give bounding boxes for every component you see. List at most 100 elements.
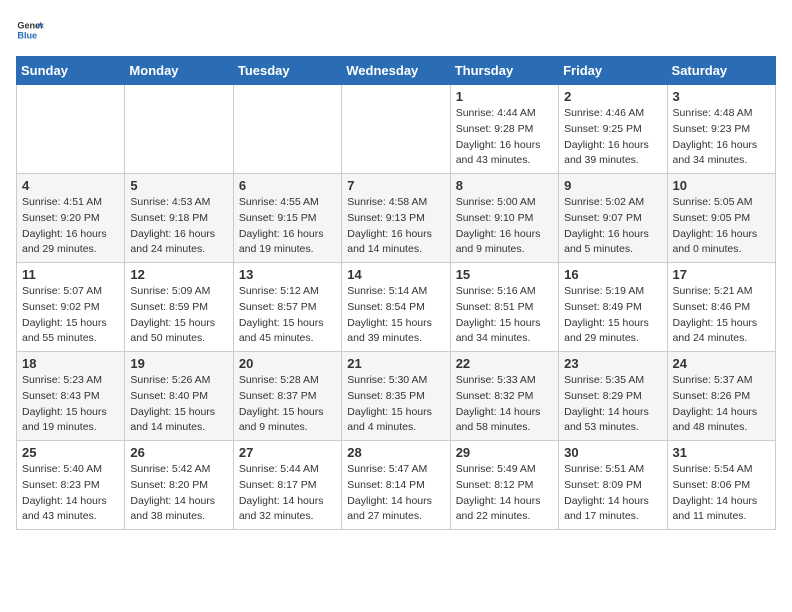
day-info: Sunrise: 5:09 AM Sunset: 8:59 PM Dayligh… xyxy=(130,284,227,347)
day-info: Sunrise: 5:07 AM Sunset: 9:02 PM Dayligh… xyxy=(22,284,119,347)
day-number: 10 xyxy=(673,178,770,193)
weekday-header-sunday: Sunday xyxy=(17,57,125,85)
calendar-cell: 15 Sunrise: 5:16 AM Sunset: 8:51 PM Dayli… xyxy=(450,263,558,352)
calendar-cell: 31 Sunrise: 5:54 AM Sunset: 8:06 PM Dayli… xyxy=(667,441,775,530)
day-number: 23 xyxy=(564,356,661,371)
day-number: 21 xyxy=(347,356,444,371)
calendar-cell xyxy=(125,85,233,174)
calendar-cell: 9 Sunrise: 5:02 AM Sunset: 9:07 PM Daylig… xyxy=(559,174,667,263)
day-info: Sunrise: 4:55 AM Sunset: 9:15 PM Dayligh… xyxy=(239,195,336,258)
day-number: 11 xyxy=(22,267,119,282)
day-info: Sunrise: 4:58 AM Sunset: 9:13 PM Dayligh… xyxy=(347,195,444,258)
day-info: Sunrise: 5:44 AM Sunset: 8:17 PM Dayligh… xyxy=(239,462,336,525)
calendar-cell: 8 Sunrise: 5:00 AM Sunset: 9:10 PM Daylig… xyxy=(450,174,558,263)
calendar-cell: 10 Sunrise: 5:05 AM Sunset: 9:05 PM Dayli… xyxy=(667,174,775,263)
day-number: 1 xyxy=(456,89,553,104)
day-number: 31 xyxy=(673,445,770,460)
day-info: Sunrise: 5:35 AM Sunset: 8:29 PM Dayligh… xyxy=(564,373,661,436)
day-number: 15 xyxy=(456,267,553,282)
day-number: 2 xyxy=(564,89,661,104)
day-number: 19 xyxy=(130,356,227,371)
day-number: 12 xyxy=(130,267,227,282)
day-info: Sunrise: 5:40 AM Sunset: 8:23 PM Dayligh… xyxy=(22,462,119,525)
day-number: 6 xyxy=(239,178,336,193)
calendar-cell: 24Sunrise: 5:37 AM Sunset: 8:26 PM Dayli… xyxy=(667,352,775,441)
day-info: Sunrise: 5:21 AM Sunset: 8:46 PM Dayligh… xyxy=(673,284,770,347)
calendar-cell: 29 Sunrise: 5:49 AM Sunset: 8:12 PM Dayli… xyxy=(450,441,558,530)
day-number: 13 xyxy=(239,267,336,282)
calendar-cell: 18 Sunrise: 5:23 AM Sunset: 8:43 PM Dayli… xyxy=(17,352,125,441)
day-number: 7 xyxy=(347,178,444,193)
calendar-cell: 5 Sunrise: 4:53 AM Sunset: 9:18 PM Daylig… xyxy=(125,174,233,263)
calendar-cell: 25 Sunrise: 5:40 AM Sunset: 8:23 PM Dayli… xyxy=(17,441,125,530)
calendar-cell: 11 Sunrise: 5:07 AM Sunset: 9:02 PM Dayli… xyxy=(17,263,125,352)
day-number: 20 xyxy=(239,356,336,371)
day-info: Sunrise: 5:49 AM Sunset: 8:12 PM Dayligh… xyxy=(456,462,553,525)
weekday-header-wednesday: Wednesday xyxy=(342,57,450,85)
calendar-cell: 4Sunrise: 4:51 AM Sunset: 9:20 PM Daylig… xyxy=(17,174,125,263)
day-info: Sunrise: 5:28 AM Sunset: 8:37 PM Dayligh… xyxy=(239,373,336,436)
calendar-cell: 22 Sunrise: 5:33 AM Sunset: 8:32 PM Dayli… xyxy=(450,352,558,441)
day-number: 5 xyxy=(130,178,227,193)
calendar-cell: 7 Sunrise: 4:58 AM Sunset: 9:13 PM Daylig… xyxy=(342,174,450,263)
day-info: Sunrise: 5:30 AM Sunset: 8:35 PM Dayligh… xyxy=(347,373,444,436)
day-info: Sunrise: 5:26 AM Sunset: 8:40 PM Dayligh… xyxy=(130,373,227,436)
day-number: 27 xyxy=(239,445,336,460)
logo-icon: General Blue xyxy=(16,16,44,44)
calendar-cell: 1 Sunrise: 4:44 AM Sunset: 9:28 PM Daylig… xyxy=(450,85,558,174)
day-number: 17 xyxy=(673,267,770,282)
day-number: 29 xyxy=(456,445,553,460)
day-info: Sunrise: 5:23 AM Sunset: 8:43 PM Dayligh… xyxy=(22,373,119,436)
calendar-cell: 17 Sunrise: 5:21 AM Sunset: 8:46 PM Dayli… xyxy=(667,263,775,352)
weekday-header-friday: Friday xyxy=(559,57,667,85)
calendar-cell: 12 Sunrise: 5:09 AM Sunset: 8:59 PM Dayli… xyxy=(125,263,233,352)
day-info: Sunrise: 5:19 AM Sunset: 8:49 PM Dayligh… xyxy=(564,284,661,347)
day-number: 3 xyxy=(673,89,770,104)
day-info: Sunrise: 5:14 AM Sunset: 8:54 PM Dayligh… xyxy=(347,284,444,347)
calendar-cell: 6 Sunrise: 4:55 AM Sunset: 9:15 PM Daylig… xyxy=(233,174,341,263)
day-number: 9 xyxy=(564,178,661,193)
calendar-cell: 3 Sunrise: 4:48 AM Sunset: 9:23 PM Daylig… xyxy=(667,85,775,174)
day-info: Sunrise: 5:33 AM Sunset: 8:32 PM Dayligh… xyxy=(456,373,553,436)
weekday-header-tuesday: Tuesday xyxy=(233,57,341,85)
calendar-cell: 26 Sunrise: 5:42 AM Sunset: 8:20 PM Dayli… xyxy=(125,441,233,530)
day-number: 24 xyxy=(673,356,770,371)
day-info: Sunrise: 5:00 AM Sunset: 9:10 PM Dayligh… xyxy=(456,195,553,258)
calendar-cell: 16 Sunrise: 5:19 AM Sunset: 8:49 PM Dayli… xyxy=(559,263,667,352)
day-info: Sunrise: 4:53 AM Sunset: 9:18 PM Dayligh… xyxy=(130,195,227,258)
calendar-cell: 14 Sunrise: 5:14 AM Sunset: 8:54 PM Dayli… xyxy=(342,263,450,352)
day-info: Sunrise: 4:46 AM Sunset: 9:25 PM Dayligh… xyxy=(564,106,661,169)
calendar-cell xyxy=(233,85,341,174)
day-number: 30 xyxy=(564,445,661,460)
svg-text:Blue: Blue xyxy=(17,30,37,40)
day-number: 25 xyxy=(22,445,119,460)
day-number: 22 xyxy=(456,356,553,371)
day-info: Sunrise: 5:02 AM Sunset: 9:07 PM Dayligh… xyxy=(564,195,661,258)
calendar-cell: 21 Sunrise: 5:30 AM Sunset: 8:35 PM Dayli… xyxy=(342,352,450,441)
day-number: 18 xyxy=(22,356,119,371)
weekday-header-thursday: Thursday xyxy=(450,57,558,85)
day-number: 28 xyxy=(347,445,444,460)
day-info: Sunrise: 5:42 AM Sunset: 8:20 PM Dayligh… xyxy=(130,462,227,525)
logo: General Blue xyxy=(16,16,44,44)
calendar-cell: 19 Sunrise: 5:26 AM Sunset: 8:40 PM Dayli… xyxy=(125,352,233,441)
calendar-cell: 20 Sunrise: 5:28 AM Sunset: 8:37 PM Dayli… xyxy=(233,352,341,441)
day-info: Sunrise: 5:05 AM Sunset: 9:05 PM Dayligh… xyxy=(673,195,770,258)
calendar-cell xyxy=(17,85,125,174)
day-info: Sunrise: 4:48 AM Sunset: 9:23 PM Dayligh… xyxy=(673,106,770,169)
day-info: Sunrise: 5:12 AM Sunset: 8:57 PM Dayligh… xyxy=(239,284,336,347)
day-number: 16 xyxy=(564,267,661,282)
calendar-cell: 13 Sunrise: 5:12 AM Sunset: 8:57 PM Dayli… xyxy=(233,263,341,352)
day-number: 26 xyxy=(130,445,227,460)
page-header: General Blue xyxy=(16,16,776,44)
calendar-cell: 28 Sunrise: 5:47 AM Sunset: 8:14 PM Dayli… xyxy=(342,441,450,530)
calendar-cell xyxy=(342,85,450,174)
day-info: Sunrise: 4:44 AM Sunset: 9:28 PM Dayligh… xyxy=(456,106,553,169)
day-number: 14 xyxy=(347,267,444,282)
day-info: Sunrise: 5:16 AM Sunset: 8:51 PM Dayligh… xyxy=(456,284,553,347)
calendar-cell: 2 Sunrise: 4:46 AM Sunset: 9:25 PM Daylig… xyxy=(559,85,667,174)
day-number: 8 xyxy=(456,178,553,193)
day-info: Sunrise: 5:54 AM Sunset: 8:06 PM Dayligh… xyxy=(673,462,770,525)
calendar-table: SundayMondayTuesdayWednesdayThursdayFrid… xyxy=(16,56,776,530)
day-info: Sunrise: 5:47 AM Sunset: 8:14 PM Dayligh… xyxy=(347,462,444,525)
